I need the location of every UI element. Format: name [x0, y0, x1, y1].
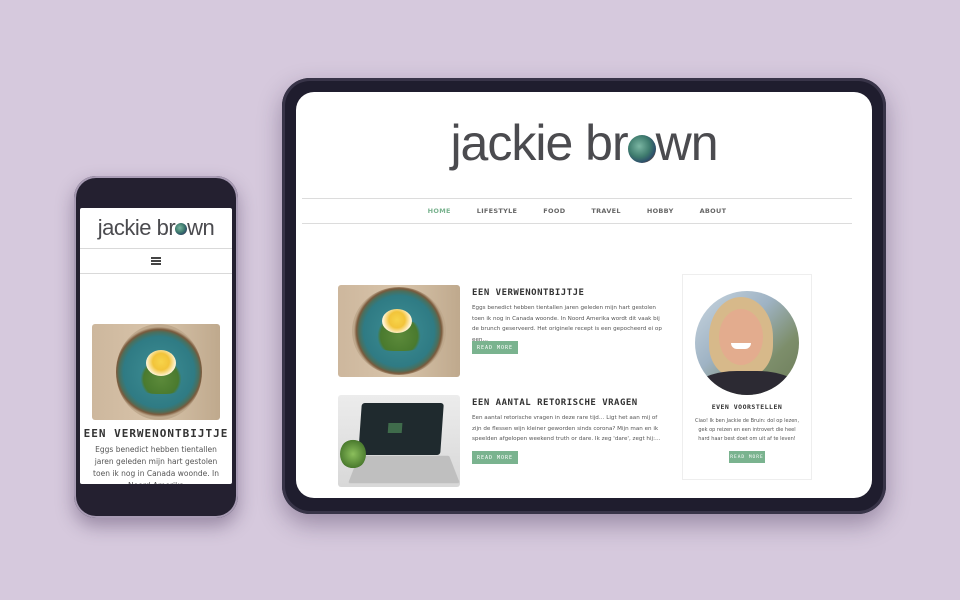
- post-card: EEN AANTAL RETORISCHE VRAGEN Een aantal …: [338, 395, 668, 487]
- phone-device: jackie br wn EEN VERWENONTBIJTJE Eggs ben…: [74, 176, 238, 518]
- logo-globe-icon: [627, 135, 656, 163]
- post-excerpt: Eggs benedict hebben tientallen jaren ge…: [93, 445, 219, 484]
- post-excerpt: Een aantal retorische vragen in deze rar…: [472, 415, 661, 442]
- widget-text: Ciao! Ik ben Jackie de Bruin: dol op lez…: [694, 418, 800, 442]
- nav-lifestyle[interactable]: LIFESTYLE: [477, 207, 518, 215]
- tablet-screen: jackie br wn HOME LIFESTYLE FOOD TRAVEL H…: [296, 92, 872, 498]
- tablet-device: jackie br wn HOME LIFESTYLE FOOD TRAVEL H…: [282, 78, 886, 514]
- hamburger-icon[interactable]: [151, 257, 161, 265]
- post-title[interactable]: EEN VERWENONTBIJTJE: [80, 427, 232, 440]
- nav-food[interactable]: FOOD: [543, 207, 565, 215]
- post-thumbnail-eggs[interactable]: [92, 324, 220, 420]
- tablet-logo[interactable]: jackie br wn: [296, 114, 872, 172]
- nav-hobby[interactable]: HOBBY: [647, 207, 674, 215]
- post-excerpt: Eggs benedict hebben tientallen jaren ge…: [472, 305, 662, 343]
- post-thumbnail-laptop[interactable]: [338, 395, 460, 487]
- widget-title: EVEN VOORSTELLEN: [711, 403, 783, 411]
- nav-about[interactable]: ABOUT: [700, 207, 727, 215]
- phone-screen: jackie br wn EEN VERWENONTBIJTJE Eggs ben…: [80, 208, 232, 484]
- read-more-button[interactable]: READ MORE: [472, 451, 518, 464]
- read-more-button[interactable]: READ MORE: [729, 451, 765, 463]
- main-navigation: HOME LIFESTYLE FOOD TRAVEL HOBBY ABOUT: [302, 198, 852, 224]
- post-card: EEN VERWENONTBIJTJE Eggs benedict hebben…: [338, 285, 668, 377]
- nav-travel[interactable]: TRAVEL: [591, 207, 620, 215]
- nav-home[interactable]: HOME: [428, 207, 451, 215]
- about-widget: EVEN VOORSTELLEN Ciao! Ik ben Jackie de …: [682, 274, 812, 480]
- logo-globe-icon: [175, 223, 188, 235]
- post-thumbnail-eggs[interactable]: [338, 285, 460, 377]
- phone-logo[interactable]: jackie br wn: [80, 208, 232, 248]
- phone-menu-bar: [80, 249, 232, 273]
- post-title[interactable]: EEN VERWENONTBIJTJE: [472, 288, 584, 298]
- author-avatar: [695, 291, 799, 395]
- read-more-button[interactable]: READ MORE: [472, 341, 518, 354]
- divider: [80, 273, 232, 274]
- post-title[interactable]: EEN AANTAL RETORISCHE VRAGEN: [472, 398, 638, 408]
